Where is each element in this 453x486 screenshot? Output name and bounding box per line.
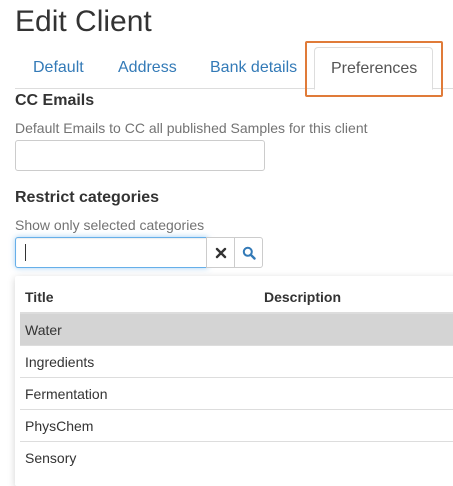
tab-default[interactable]: Default <box>17 47 100 89</box>
tab-bar: Default Address Bank details Preferences <box>15 47 453 90</box>
table-row[interactable]: Fermentation <box>20 377 453 410</box>
text-caret <box>25 244 26 261</box>
search-button[interactable] <box>234 237 263 268</box>
table-row[interactable]: Ingredients <box>20 345 453 378</box>
row-description <box>259 345 453 378</box>
row-title: Water <box>20 312 259 346</box>
row-title: Ingredients <box>20 345 259 378</box>
restrict-categories-help: Show only selected categories <box>15 217 205 233</box>
row-title: PhysChem <box>20 409 259 442</box>
page-title: Edit Client <box>15 5 152 38</box>
column-header-title: Title <box>20 282 259 314</box>
close-icon <box>215 247 226 258</box>
cc-emails-input[interactable] <box>15 140 265 171</box>
cc-emails-label: CC Emails <box>15 92 95 109</box>
row-description <box>259 377 453 410</box>
clear-search-button[interactable] <box>206 237 235 268</box>
table-row[interactable]: Water <box>20 312 453 346</box>
category-results-dropdown: Title Description Water Ingredients Ferm… <box>15 276 453 486</box>
restrict-categories-label: Restrict categories <box>15 189 160 206</box>
category-search-input[interactable] <box>15 237 208 268</box>
cc-emails-help: Default Emails to CC all published Sampl… <box>15 120 368 136</box>
row-title: Fermentation <box>20 377 259 410</box>
table-header-row: Title Description <box>20 282 453 314</box>
table-row[interactable]: Sensory <box>20 441 453 473</box>
column-header-description: Description <box>259 282 453 314</box>
tab-address[interactable]: Address <box>102 47 193 89</box>
tab-bank-details[interactable]: Bank details <box>194 47 313 89</box>
tab-preferences[interactable]: Preferences <box>314 47 433 90</box>
row-description <box>259 441 453 473</box>
row-title: Sensory <box>20 441 259 473</box>
category-results-table: Title Description Water Ingredients Ferm… <box>20 282 453 473</box>
row-description <box>259 409 453 442</box>
row-description <box>259 312 453 346</box>
search-icon <box>242 246 256 260</box>
table-row[interactable]: PhysChem <box>20 409 453 442</box>
